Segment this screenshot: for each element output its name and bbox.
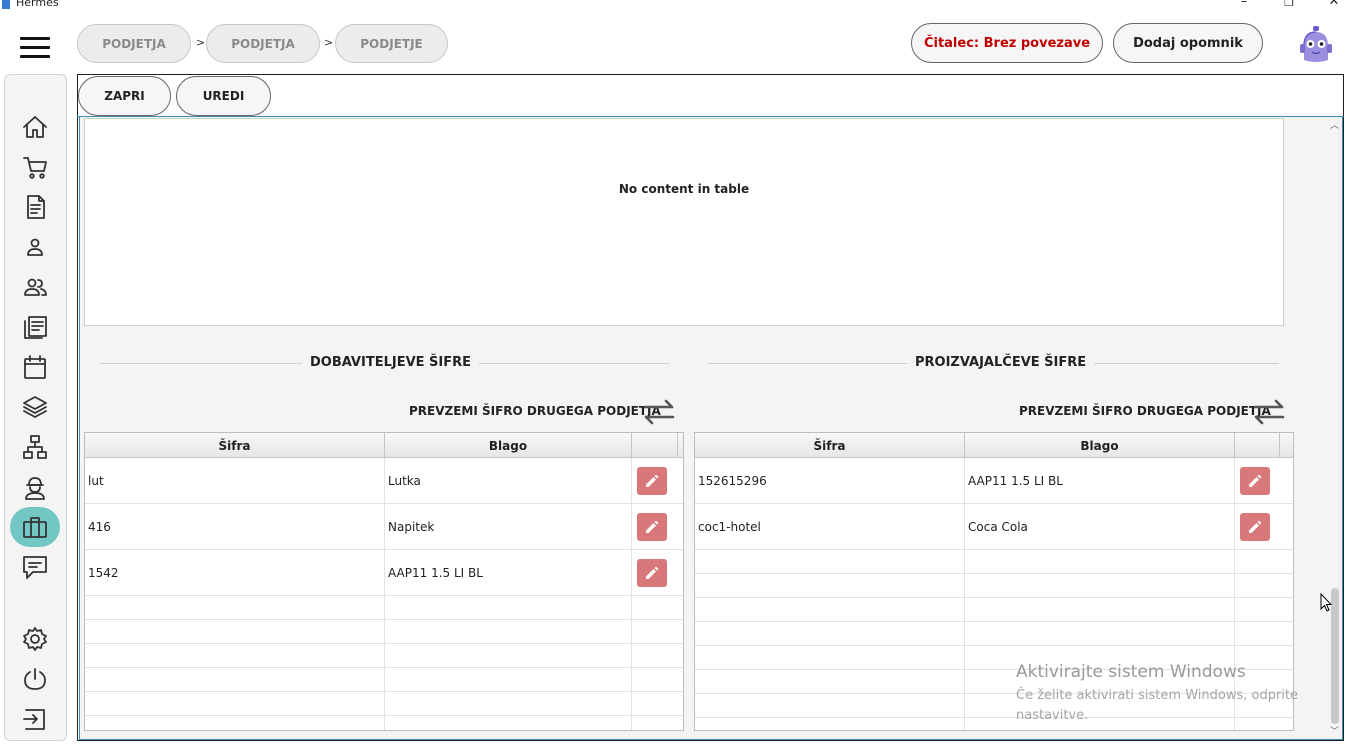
home-icon[interactable] — [20, 112, 50, 142]
breadcrumb-item[interactable]: PODJETJA — [206, 24, 320, 63]
pencil-icon — [1249, 520, 1262, 533]
table-row[interactable]: 1542 AAP11 1.5 LI BL — [85, 550, 683, 596]
swap-icon[interactable] — [1252, 398, 1286, 426]
edit-row-button[interactable] — [1240, 466, 1270, 495]
column-header[interactable]: Šifra — [85, 433, 385, 458]
item-cell: Coca Cola — [965, 504, 1235, 549]
power-icon[interactable] — [20, 664, 50, 694]
app-icon — [2, 0, 10, 9]
briefcase-icon[interactable] — [20, 512, 50, 542]
scroll-up-icon[interactable]: ︿ — [1330, 118, 1339, 131]
code-cell: coc1-hotel — [695, 504, 965, 549]
action-cell — [632, 458, 683, 503]
activation-watermark-text: Če želite aktivirati sistem Windows, odp… — [1016, 688, 1298, 723]
column-header[interactable]: Šifra — [695, 433, 965, 458]
column-header[interactable]: Blago — [385, 433, 632, 458]
close-button[interactable]: ZAPRI — [78, 76, 171, 116]
app-title: Hermes — [16, 0, 59, 9]
edit-row-button[interactable] — [637, 558, 667, 587]
column-header-actions — [1235, 433, 1280, 458]
chat-icon[interactable] — [20, 552, 50, 582]
layers-icon[interactable] — [20, 392, 50, 422]
pencil-icon — [646, 474, 659, 487]
close-window-button[interactable]: ✕ — [1324, 0, 1344, 9]
column-header-actions — [632, 433, 678, 458]
column-header[interactable]: Blago — [965, 433, 1235, 458]
edit-row-button[interactable] — [637, 466, 667, 495]
hamburger-menu-icon[interactable] — [20, 37, 50, 59]
action-cell — [632, 504, 683, 549]
minimize-button[interactable]: – — [1234, 0, 1254, 9]
manufacturer-codes-title: PROIZVAJALČEVE ŠIFRE — [907, 355, 1095, 370]
logout-icon[interactable] — [20, 704, 50, 734]
table-row[interactable]: 416 Napitek — [85, 504, 683, 550]
code-cell: lut — [85, 458, 385, 503]
edit-button[interactable]: UREDI — [176, 76, 271, 116]
table-header: Šifra Blago — [695, 433, 1293, 458]
table-header: Šifra Blago — [85, 433, 683, 458]
breadcrumb-item[interactable]: PODJETJE — [335, 24, 448, 63]
person-icon[interactable] — [20, 232, 50, 262]
cart-icon[interactable] — [20, 152, 50, 182]
header-filler — [1280, 433, 1293, 458]
empty-row — [85, 644, 683, 668]
breadcrumb-separator: > — [324, 36, 334, 49]
edit-row-button[interactable] — [637, 512, 667, 541]
code-cell: 416 — [85, 504, 385, 549]
list-icon[interactable] — [20, 312, 50, 342]
scrollbar-thumb[interactable] — [1331, 588, 1339, 724]
empty-row — [85, 716, 683, 730]
pencil-icon — [1249, 474, 1262, 487]
title-bar: Hermes — [0, 0, 1348, 10]
manufacturer-take-over-link[interactable]: PREVZEMI ŠIFRO DRUGEGA PODJETJA — [1019, 404, 1271, 418]
empty-row — [695, 550, 1293, 574]
item-cell: Napitek — [385, 504, 632, 549]
swap-icon[interactable] — [642, 398, 676, 426]
maximize-button[interactable]: ❐ — [1279, 0, 1299, 9]
empty-row — [85, 620, 683, 644]
action-cell — [1235, 504, 1293, 549]
worker-icon[interactable] — [20, 472, 50, 502]
avatar[interactable] — [1296, 24, 1336, 64]
add-reminder-button[interactable]: Dodaj opomnik — [1113, 23, 1263, 63]
activation-watermark-title: Aktivirajte sistem Windows — [1016, 662, 1246, 682]
pencil-icon — [646, 520, 659, 533]
people-icon[interactable] — [20, 272, 50, 302]
empty-row — [695, 598, 1293, 622]
empty-row — [695, 622, 1293, 646]
settings-icon[interactable] — [20, 624, 50, 654]
empty-row — [695, 574, 1293, 598]
code-cell: 1542 — [85, 550, 385, 595]
header-filler — [678, 433, 683, 458]
table-row[interactable]: coc1-hotel Coca Cola — [695, 504, 1293, 550]
action-cell — [1235, 458, 1293, 503]
empty-table-message: No content in table — [618, 182, 750, 196]
action-cell — [632, 550, 683, 595]
scroll-down-icon[interactable]: ﹀ — [1330, 724, 1339, 737]
breadcrumb-separator: > — [196, 36, 206, 49]
item-cell: AAP11 1.5 LI BL — [965, 458, 1235, 503]
empty-row — [85, 596, 683, 620]
table-row[interactable]: 152615296 AAP11 1.5 LI BL — [695, 458, 1293, 504]
edit-row-button[interactable] — [1240, 512, 1270, 541]
empty-row — [85, 692, 683, 716]
supplier-codes-title: DOBAVITELJEVE ŠIFRE — [302, 355, 480, 370]
item-cell: Lutka — [385, 458, 632, 503]
item-cell: AAP11 1.5 LI BL — [385, 550, 632, 595]
supplier-codes-table[interactable]: Šifra Blago lut Lutka 416 Napitek 1542 A… — [84, 432, 684, 731]
vertical-scrollbar[interactable]: ︿ ﹀ — [1328, 118, 1342, 739]
empty-row — [85, 668, 683, 692]
calendar-icon[interactable] — [20, 352, 50, 382]
network-icon[interactable] — [20, 432, 50, 462]
breadcrumb-item[interactable]: PODJETJA — [77, 24, 191, 63]
supplier-take-over-link[interactable]: PREVZEMI ŠIFRO DRUGEGA PODJETJA — [409, 404, 661, 418]
code-cell: 152615296 — [695, 458, 965, 503]
document-icon[interactable] — [20, 192, 50, 222]
reader-status-button[interactable]: Čitalec: Brez povezave — [911, 23, 1103, 63]
pencil-icon — [646, 566, 659, 579]
mouse-cursor-icon — [1320, 592, 1333, 613]
table-row[interactable]: lut Lutka — [85, 458, 683, 504]
top-table[interactable]: No content in table — [84, 118, 1284, 326]
